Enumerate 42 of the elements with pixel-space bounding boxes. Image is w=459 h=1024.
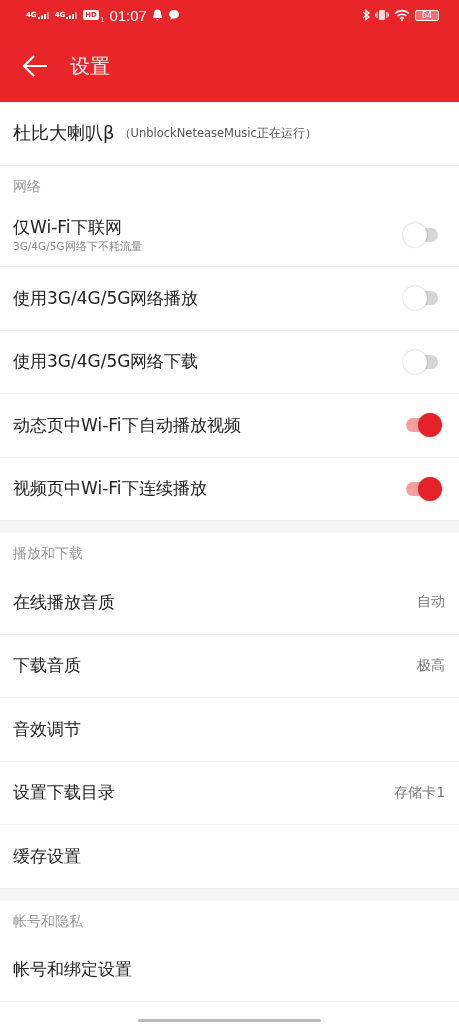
vibrate-icon — [374, 9, 389, 21]
section-heading: 网络 — [12, 176, 42, 196]
row-value: 极高 — [417, 656, 445, 675]
settings-row[interactable]: 音效调节 — [0, 698, 459, 762]
settings-row[interactable]: 缓存设置 — [0, 825, 459, 889]
row-value: 存储卡1 — [394, 783, 445, 802]
settings-row[interactable]: 杜比大喇叭β （UnblockNeteaseMusic正在运行） — [0, 102, 459, 166]
settings-row[interactable]: 下载音质 极高 — [0, 634, 459, 698]
row-label: 仅Wi-Fi下联网 — [13, 215, 123, 239]
signal-icon — [66, 11, 79, 19]
section-heading: 播放和下载 — [12, 544, 84, 563]
settings-row[interactable]: 仅Wi-Fi下联网 3G/4G/5G网络下不耗流量 — [0, 203, 459, 267]
row-note: （UnblockNeteaseMusic正在运行） — [118, 125, 317, 141]
battery-icon: 64 — [414, 9, 439, 21]
row-label: 下载音质 — [13, 654, 81, 678]
settings-row[interactable]: 在线播放音质 自动 — [0, 571, 459, 635]
settings-row[interactable]: 使用3G/4G/5G网络播放 — [0, 267, 459, 331]
row-label: 动态页中Wi-Fi下自动播放视频 — [13, 413, 241, 437]
back-arrow-icon[interactable] — [22, 55, 48, 77]
row-label: 设置下载目录 — [13, 781, 115, 805]
row-value: 自动 — [417, 593, 445, 612]
clock: 01:07 — [109, 6, 147, 24]
row-label: 帐号和绑定设置 — [13, 958, 132, 982]
wifi-icon — [393, 9, 410, 21]
settings-row[interactable]: 设置下载目录 存储卡1 — [0, 761, 459, 825]
settings-row[interactable]: 使用3G/4G/5G网络下载 — [0, 330, 459, 394]
row-subtitle: 3G/4G/5G网络下不耗流量 — [13, 239, 142, 254]
row-label: 音效调节 — [13, 717, 81, 741]
settings-row[interactable]: 帐号和绑定设置 — [0, 938, 459, 1002]
settings-row[interactable]: 动态页中Wi-Fi下自动播放视频 — [0, 394, 459, 458]
row-label: 视频页中Wi-Fi下连续播放 — [13, 477, 207, 501]
row-label: 缓存设置 — [13, 844, 81, 868]
row-label: 杜比大喇叭β — [13, 121, 115, 146]
row-label: 使用3G/4G/5G网络下载 — [13, 350, 199, 374]
row-label: 在线播放音质 — [13, 590, 115, 614]
bluetooth-icon — [361, 9, 370, 21]
section-heading: 帐号和隐私 — [12, 911, 84, 931]
page-title: 设置 — [70, 52, 110, 80]
bell-icon — [151, 9, 163, 21]
chat-bubble-icon — [167, 9, 180, 21]
row-label: 使用3G/4G/5G网络播放 — [13, 286, 199, 310]
signal-icon — [37, 11, 50, 19]
